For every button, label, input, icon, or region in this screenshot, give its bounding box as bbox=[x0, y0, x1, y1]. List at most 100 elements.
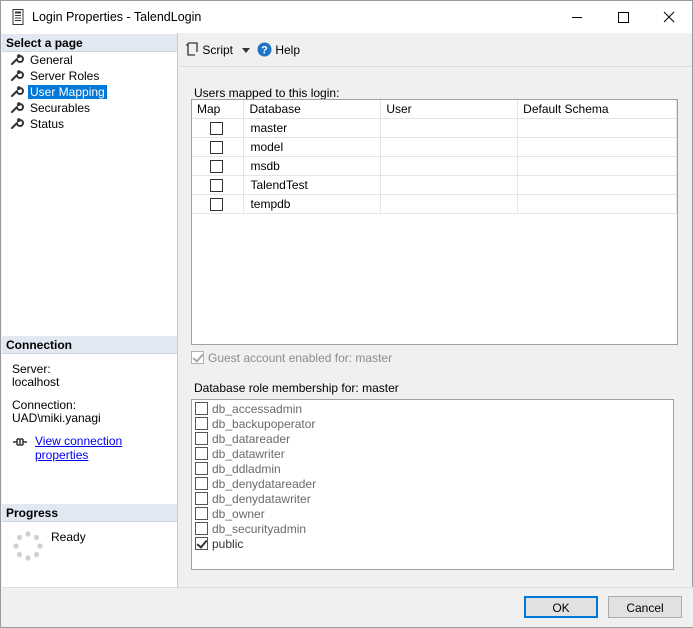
role-item-db-securityadmin[interactable]: db_securityadmin bbox=[195, 522, 306, 537]
page-item-user-mapping[interactable]: User Mapping bbox=[10, 84, 107, 100]
left-pane: Select a page General Server Roles User … bbox=[2, 33, 178, 587]
wrench-icon bbox=[11, 86, 24, 97]
database-cell: master bbox=[243, 118, 382, 138]
role-checkbox[interactable] bbox=[195, 402, 208, 415]
wrench-icon bbox=[11, 70, 24, 81]
map-checkbox[interactable] bbox=[210, 178, 223, 192]
user-mapping-content: Users mapped to this login: Map Database… bbox=[179, 67, 692, 587]
role-membership-list: db_accessadmin db_backupoperator db_data… bbox=[191, 399, 674, 570]
script-icon bbox=[186, 42, 198, 56]
schema-cell[interactable] bbox=[517, 175, 677, 195]
help-icon: ? bbox=[257, 42, 272, 57]
guest-account-label: Guest account enabled for: master bbox=[208, 351, 393, 365]
role-checkbox[interactable] bbox=[195, 507, 208, 520]
column-header-user[interactable]: User bbox=[380, 100, 519, 119]
role-checkbox[interactable] bbox=[195, 432, 208, 445]
role-item-db-owner[interactable]: db_owner bbox=[195, 507, 265, 522]
server-value: localhost bbox=[12, 375, 60, 389]
role-membership-label: Database role membership for: master bbox=[194, 381, 399, 395]
map-cell bbox=[192, 118, 245, 138]
role-name: db_denydatareader bbox=[212, 477, 317, 491]
role-checkbox[interactable] bbox=[195, 462, 208, 475]
connection-value: UAD\miki.yanagi bbox=[12, 411, 101, 425]
maximize-icon bbox=[618, 12, 629, 23]
page-item-label: Status bbox=[30, 117, 65, 131]
progress-spinner-icon bbox=[13, 531, 43, 561]
table-header-row: Map Database User Default Schema bbox=[192, 100, 677, 119]
database-cell: tempdb bbox=[243, 194, 382, 214]
minimize-icon bbox=[572, 17, 582, 18]
chevron-down-icon bbox=[242, 48, 250, 53]
role-item-db-backupoperator[interactable]: db_backupoperator bbox=[195, 417, 315, 432]
user-cell[interactable] bbox=[380, 194, 519, 214]
page-item-securables[interactable]: Securables bbox=[10, 100, 92, 116]
page-item-status[interactable]: Status bbox=[10, 116, 66, 132]
schema-cell[interactable] bbox=[517, 118, 677, 138]
page-item-server-roles[interactable]: Server Roles bbox=[10, 68, 101, 84]
user-cell[interactable] bbox=[380, 137, 519, 157]
maximize-button[interactable] bbox=[600, 1, 646, 33]
app-icon bbox=[12, 9, 24, 25]
map-cell bbox=[192, 156, 245, 176]
column-header-map[interactable]: Map bbox=[192, 100, 245, 119]
script-button[interactable]: Script bbox=[185, 42, 233, 58]
map-checkbox[interactable] bbox=[210, 140, 223, 154]
role-item-db-datawriter[interactable]: db_datawriter bbox=[195, 447, 285, 462]
window-title: Login Properties - TalendLogin bbox=[32, 10, 202, 24]
script-dropdown-button[interactable] bbox=[241, 42, 251, 58]
role-checkbox[interactable] bbox=[195, 417, 208, 430]
login-properties-window: Login Properties - TalendLogin Select a … bbox=[0, 0, 693, 628]
map-cell bbox=[192, 175, 245, 195]
role-item-public[interactable]: public bbox=[195, 537, 243, 552]
column-header-default-schema[interactable]: Default Schema bbox=[517, 100, 677, 119]
users-mapped-table: Map Database User Default Schema master bbox=[192, 100, 677, 214]
role-checkbox[interactable] bbox=[195, 447, 208, 460]
role-checkbox[interactable] bbox=[195, 492, 208, 505]
schema-cell[interactable] bbox=[517, 156, 677, 176]
table-row: master bbox=[192, 118, 677, 138]
select-page-header: Select a page bbox=[2, 34, 177, 52]
help-label: Help bbox=[275, 43, 301, 57]
schema-cell[interactable] bbox=[517, 137, 677, 157]
close-icon bbox=[663, 11, 675, 23]
connection-properties-icon bbox=[13, 438, 27, 446]
role-item-db-datareader[interactable]: db_datareader bbox=[195, 432, 290, 447]
user-cell[interactable] bbox=[380, 118, 519, 138]
users-mapped-label: Users mapped to this login: bbox=[194, 86, 340, 100]
role-name: public bbox=[212, 537, 244, 551]
role-name: db_datareader bbox=[212, 432, 291, 446]
role-checkbox[interactable] bbox=[195, 537, 208, 550]
page-item-general[interactable]: General bbox=[10, 52, 75, 68]
ok-button[interactable]: OK bbox=[524, 596, 598, 618]
map-checkbox[interactable] bbox=[210, 121, 223, 135]
role-checkbox[interactable] bbox=[195, 522, 208, 535]
view-connection-properties-link[interactable]: View connection properties bbox=[35, 434, 177, 462]
map-checkbox[interactable] bbox=[210, 197, 223, 211]
wrench-icon bbox=[11, 118, 24, 129]
page-item-label: Securables bbox=[30, 101, 91, 115]
toolbar: Script ? Help bbox=[179, 33, 692, 67]
progress-status: Ready bbox=[51, 530, 86, 544]
help-button[interactable]: ? Help bbox=[257, 42, 300, 58]
cancel-button[interactable]: Cancel bbox=[608, 596, 682, 618]
user-cell[interactable] bbox=[380, 175, 519, 195]
script-label: Script bbox=[202, 43, 234, 57]
role-item-db-denydatawriter[interactable]: db_denydatawriter bbox=[195, 492, 311, 507]
schema-cell[interactable] bbox=[517, 194, 677, 214]
close-button[interactable] bbox=[646, 1, 692, 33]
map-cell bbox=[192, 137, 245, 157]
user-cell[interactable] bbox=[380, 156, 519, 176]
role-name: db_accessadmin bbox=[212, 402, 303, 416]
page-item-label: User Mapping bbox=[28, 85, 107, 99]
role-name: db_datawriter bbox=[212, 447, 285, 461]
role-item-db-denydatareader[interactable]: db_denydatareader bbox=[195, 477, 316, 492]
role-item-db-accessadmin[interactable]: db_accessadmin bbox=[195, 402, 302, 417]
column-header-database[interactable]: Database bbox=[243, 100, 382, 119]
role-checkbox[interactable] bbox=[195, 477, 208, 490]
role-item-db-ddladmin[interactable]: db_ddladmin bbox=[195, 462, 281, 477]
table-row: msdb bbox=[192, 156, 677, 176]
role-name: db_denydatawriter bbox=[212, 492, 311, 506]
minimize-button[interactable] bbox=[554, 1, 600, 33]
users-mapped-grid: Map Database User Default Schema master bbox=[191, 99, 678, 345]
map-checkbox[interactable] bbox=[210, 159, 223, 173]
